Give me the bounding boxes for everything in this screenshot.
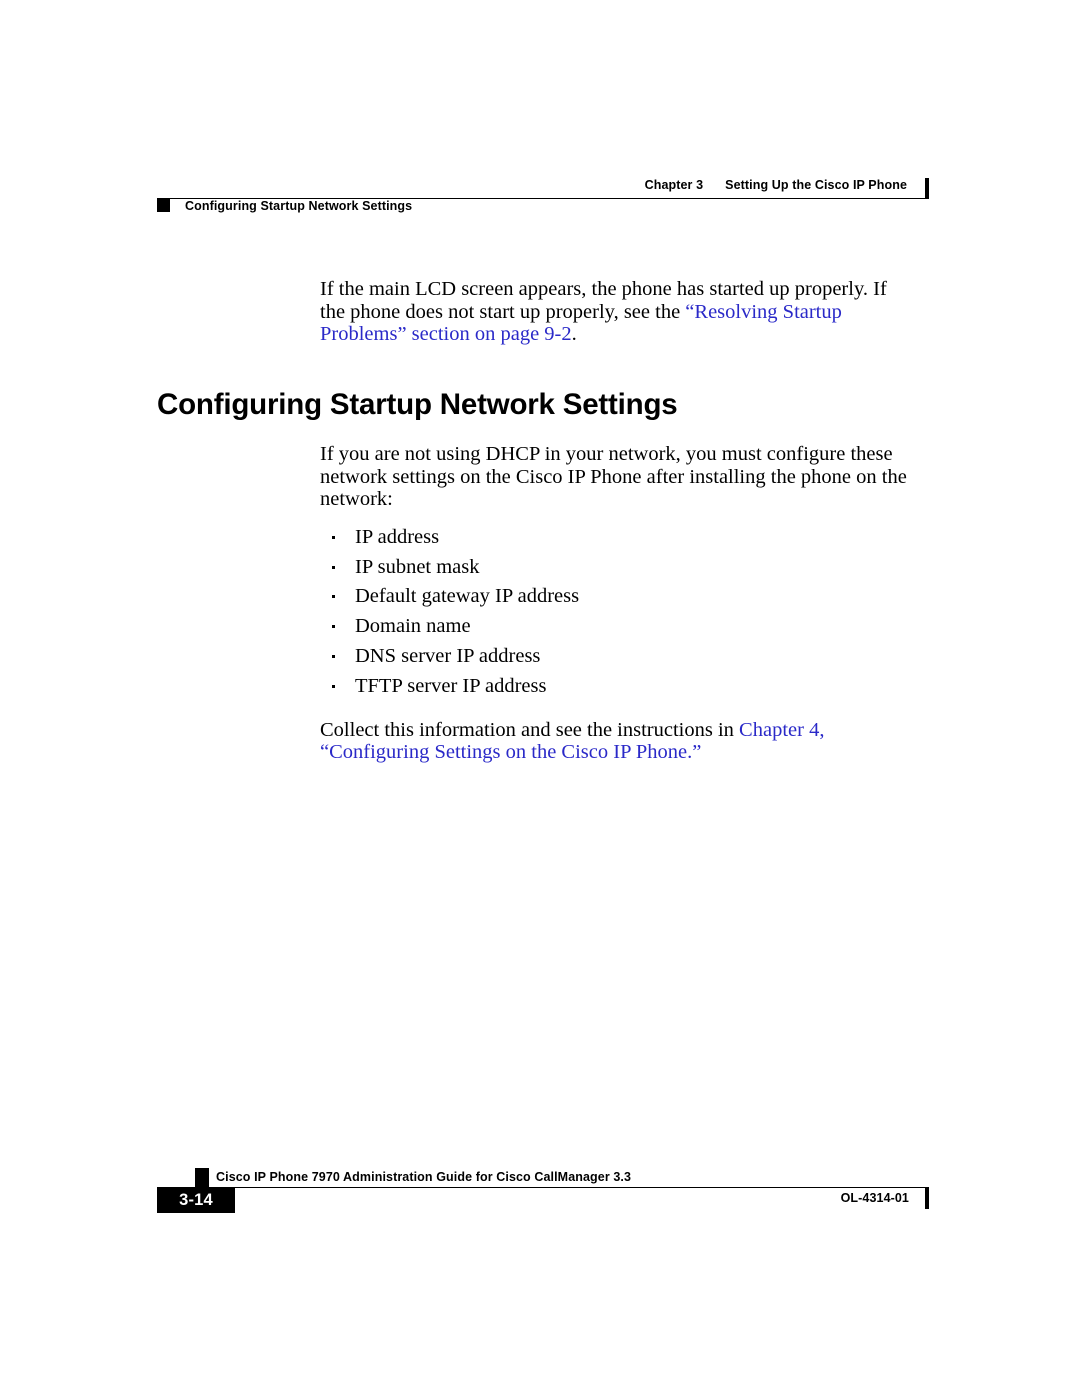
header-chapter-line: Chapter 3 Setting Up the Cisco IP Phone [645,178,907,192]
header-edge-tick-mark [925,178,929,199]
page-number-label: 3-14 [179,1191,213,1209]
page-footer: Cisco IP Phone 7970 Administration Guide… [157,1168,929,1230]
network-settings-list: IP address IP subnet mask Default gatewa… [320,523,920,702]
list-item-label: TFTP server IP address [355,674,547,697]
list-item: Default gateway IP address [320,582,920,612]
header-chapter-title: Setting Up the Cisco IP Phone [725,178,907,192]
bullet-dot-icon [332,595,335,599]
closing-paragraph-text-before: Collect this information and see the ins… [320,718,740,741]
intro-paragraph: If the main LCD screen appears, the phon… [320,278,916,346]
intro-paragraph-text-after: . [571,323,577,346]
footer-edge-tick-mark [925,1187,929,1209]
section-body: If you are not using DHCP in your networ… [320,443,920,764]
list-item: IP address [320,523,920,553]
page-header: Chapter 3 Setting Up the Cisco IP Phone C… [157,178,929,228]
header-section-title: Configuring Startup Network Settings [185,199,413,213]
list-item: DNS server IP address [320,642,920,672]
list-item-label: Domain name [355,615,471,638]
section-heading-configuring-startup-network-settings: Configuring Startup Network Settings [157,388,678,421]
bullet-dot-icon [332,654,335,658]
list-item-label: Default gateway IP address [355,585,580,608]
list-item-label: IP subnet mask [355,555,480,578]
footer-document-title: Cisco IP Phone 7970 Administration Guide… [216,1170,632,1184]
footer-rule [195,1187,929,1188]
closing-paragraph: Collect this information and see the ins… [320,719,920,764]
bullet-dot-icon [332,684,335,688]
bullet-dot-icon [332,625,335,629]
header-chapter-number: Chapter 3 [644,178,704,192]
list-item-label: IP address [355,525,440,548]
list-item: IP subnet mask [320,553,920,583]
bullet-dot-icon [332,535,335,539]
document-page: Chapter 3 Setting Up the Cisco IP Phone C… [0,0,1080,1397]
header-square-bullet-icon [157,199,170,212]
footer-document-id: OL-4314-01 [840,1191,909,1205]
list-item: Domain name [320,612,920,642]
list-item-label: DNS server IP address [355,644,541,667]
lead-paragraph: If you are not using DHCP in your networ… [320,443,907,511]
footer-square-bullet-icon [195,1168,209,1187]
bullet-dot-icon [332,565,335,569]
intro-block: If the main LCD screen appears, the phon… [320,278,916,346]
page-number-badge: 3-14 [157,1187,235,1213]
list-item: TFTP server IP address [320,672,920,702]
